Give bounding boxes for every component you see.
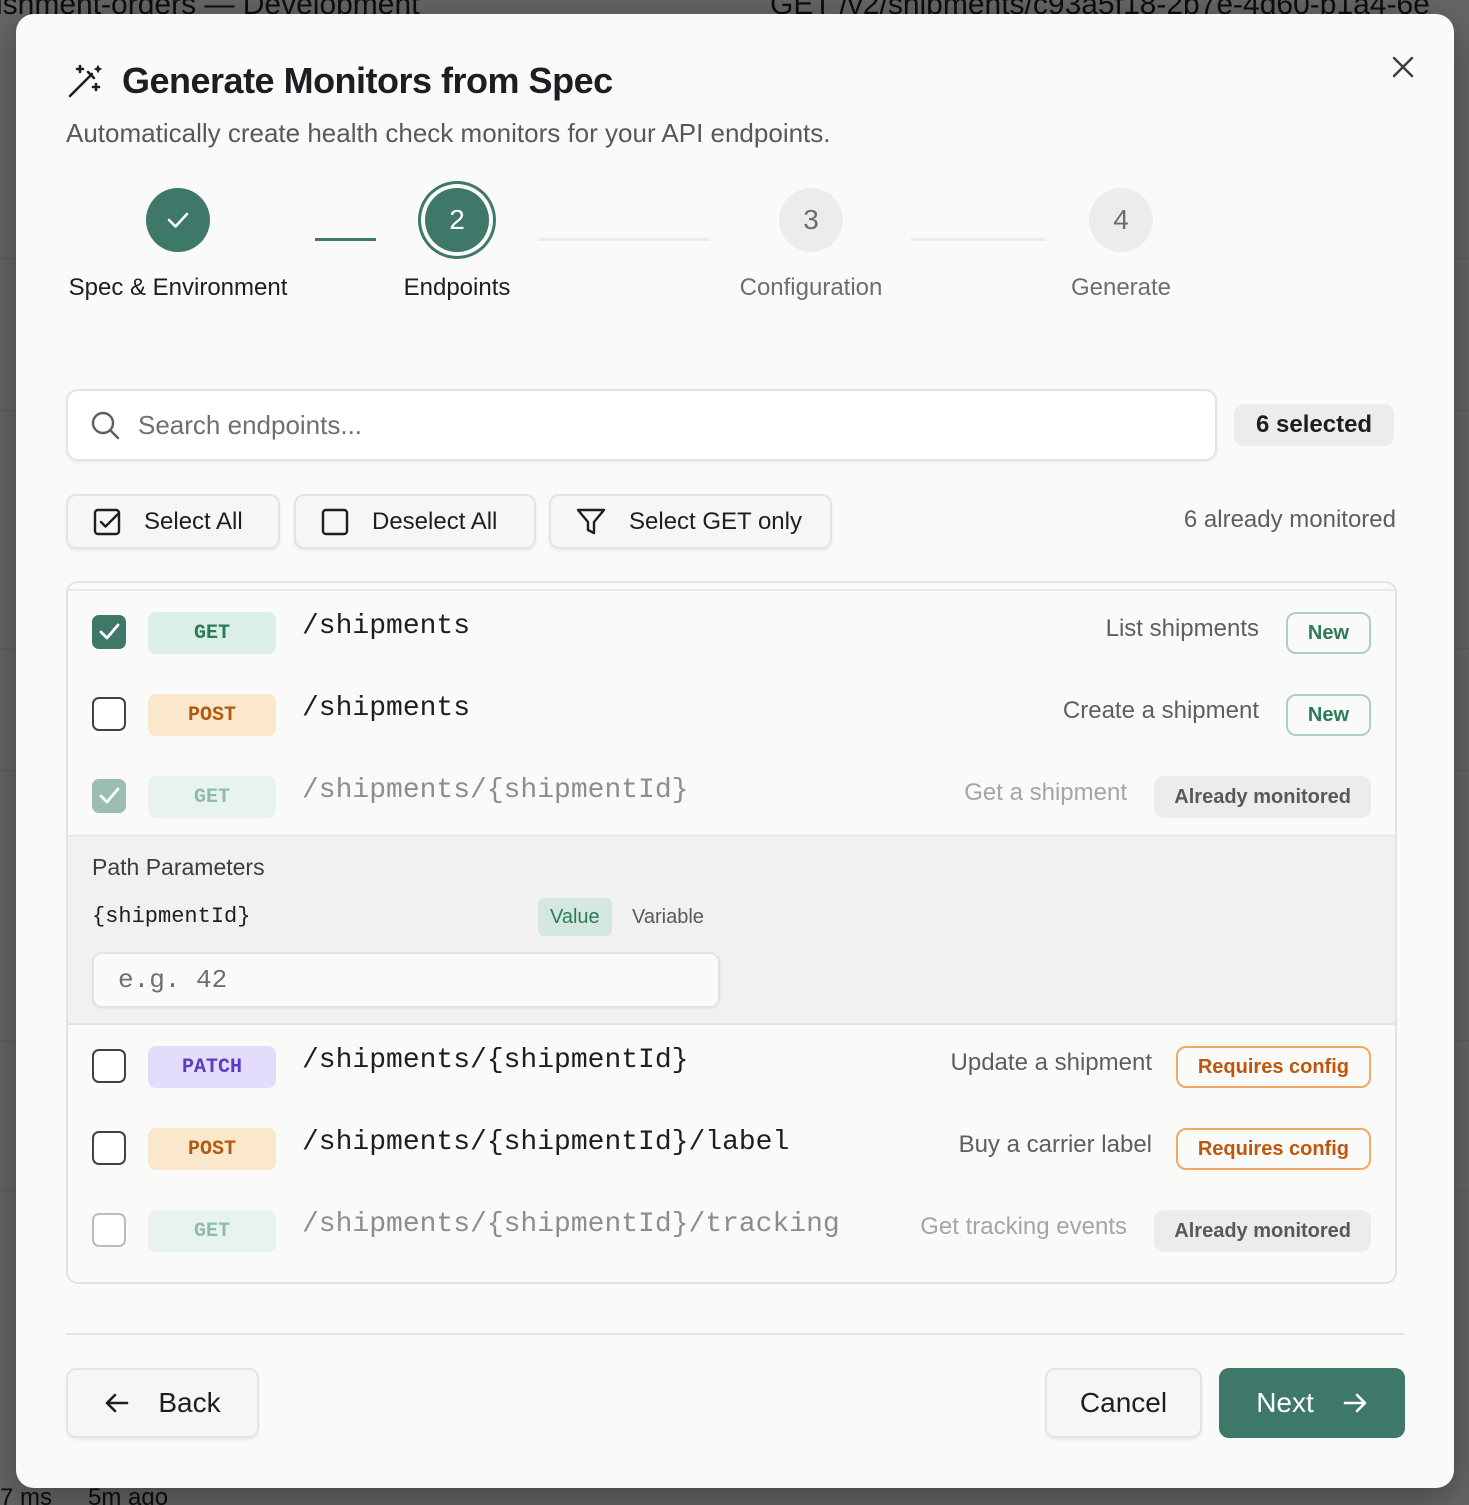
method-badge: GET (148, 776, 276, 818)
close-icon (1392, 56, 1414, 78)
dialog-header: Generate Monitors from Spec (66, 60, 613, 102)
mode-value-toggle[interactable]: Value (538, 898, 612, 936)
endpoint-checkbox[interactable] (92, 615, 126, 649)
step-label: Generate (1070, 274, 1172, 301)
cancel-button[interactable]: Cancel (1045, 1368, 1202, 1438)
step-number: 4 (1089, 188, 1153, 252)
endpoint-path: /shipments/{shipmentId}/label (302, 1127, 790, 1158)
already-monitored-count: 6 already monitored (1183, 506, 1396, 533)
status-badge: New (1285, 612, 1371, 654)
step-number: 2 (425, 188, 489, 252)
back-button[interactable]: Back (66, 1368, 259, 1438)
footer-divider (66, 1333, 1404, 1335)
endpoint-description: Update a shipment (950, 1049, 1152, 1076)
endpoint-row[interactable]: GET /shipments List shipments New (68, 591, 1395, 673)
endpoint-path: /shipments/{shipmentId} (302, 1045, 689, 1076)
step-spec-environment: Spec & Environment (66, 188, 290, 302)
step-label: Configuration (739, 274, 883, 301)
endpoint-row[interactable]: POST /shipments/{shipmentId}/label Buy a… (68, 1107, 1395, 1189)
endpoint-path: /shipments (302, 693, 471, 724)
status-badge: Already monitored (1154, 776, 1371, 818)
next-label: Next (1256, 1387, 1314, 1418)
back-label: Back (158, 1387, 221, 1418)
endpoint-path: /shipments/{shipmentId} (302, 775, 689, 806)
search-input[interactable] (138, 409, 1138, 441)
path-parameters-panel: Path Parameters {shipmentId} Value Varia… (68, 835, 1395, 1025)
endpoint-list: GET /shipments List shipments New POST /… (66, 581, 1397, 1284)
status-badge: Requires config (1175, 1046, 1371, 1088)
method-badge: PATCH (148, 1046, 276, 1088)
checkmark-icon (167, 212, 189, 228)
endpoint-description: Create a shipment (1062, 697, 1259, 724)
endpoint-path: /shipments/{shipmentId}/tracking (302, 1209, 840, 1240)
path-parameter-input[interactable] (92, 952, 720, 1008)
search-icon (91, 411, 120, 440)
cancel-label: Cancel (1079, 1387, 1168, 1418)
deselect-all-label: Deselect All (372, 507, 498, 535)
endpoint-checkbox[interactable] (92, 779, 126, 813)
select-all-button[interactable]: Select All (66, 494, 280, 549)
selected-count-badge: 6 selected (1234, 404, 1395, 446)
arrow-left-icon (106, 1393, 129, 1413)
method-badge: POST (148, 694, 276, 736)
mode-variable-toggle[interactable]: Variable (620, 898, 716, 936)
endpoint-row[interactable]: GET /shipments/{shipmentId}/tracking Get… (68, 1189, 1395, 1271)
status-badge: Already monitored (1154, 1210, 1371, 1252)
arrow-right-icon (1343, 1393, 1367, 1413)
step-connector (538, 238, 710, 241)
checkmark-icon (99, 787, 120, 804)
endpoint-checkbox[interactable] (92, 1131, 126, 1165)
step-label: Endpoints (403, 274, 511, 301)
step-configuration: 3 Configuration (716, 188, 906, 302)
step-endpoints: 2 Endpoints (385, 188, 529, 302)
checkbox-checked-icon (93, 508, 121, 535)
method-badge: GET (148, 1210, 276, 1252)
select-get-only-label: Select GET only (629, 507, 802, 535)
endpoint-row[interactable]: PATCH /shipments/{shipmentId} Update a s… (68, 1025, 1395, 1107)
endpoint-checkbox[interactable] (92, 1213, 126, 1247)
endpoint-path: /shipments (302, 611, 471, 642)
close-button[interactable] (1386, 50, 1420, 84)
method-badge: GET (148, 612, 276, 654)
checkbox-empty-icon (321, 508, 349, 535)
dialog-subtitle: Automatically create health check monito… (66, 118, 831, 148)
method-badge: POST (148, 1128, 276, 1170)
deselect-all-button[interactable]: Deselect All (294, 494, 536, 549)
endpoint-description: Get tracking events (920, 1213, 1127, 1240)
endpoint-checkbox[interactable] (92, 697, 126, 731)
path-parameters-title: Path Parameters (92, 854, 265, 880)
checkmark-icon (99, 623, 120, 640)
status-badge: Requires config (1175, 1128, 1371, 1170)
select-all-label: Select All (144, 507, 243, 535)
step-connector (911, 238, 1046, 241)
path-parameter-name: {shipmentId} (92, 904, 251, 929)
endpoint-description: Buy a carrier label (958, 1131, 1152, 1158)
step-complete-indicator (146, 188, 210, 252)
status-badge: New (1285, 694, 1371, 736)
endpoint-row[interactable]: POST /shipments Create a shipment New (68, 673, 1395, 755)
filter-icon (576, 508, 606, 534)
endpoint-search (66, 389, 1217, 461)
step-number: 3 (779, 188, 843, 252)
next-button[interactable]: Next (1219, 1368, 1405, 1438)
endpoint-checkbox[interactable] (92, 1049, 126, 1083)
generate-monitors-dialog: Generate Monitors from Spec Automaticall… (16, 14, 1454, 1488)
step-connector (315, 238, 376, 241)
endpoint-description: Get a shipment (964, 779, 1127, 806)
select-get-only-button[interactable]: Select GET only (549, 494, 832, 549)
endpoint-row[interactable]: GET /shipments/{shipmentId} Get a shipme… (68, 755, 1395, 837)
endpoint-description: List shipments (1105, 615, 1259, 642)
step-label: Spec & Environment (68, 274, 288, 301)
dialog-title: Generate Monitors from Spec (122, 60, 613, 101)
magic-wand-icon (68, 64, 103, 98)
step-generate: 4 Generate (1056, 188, 1186, 302)
